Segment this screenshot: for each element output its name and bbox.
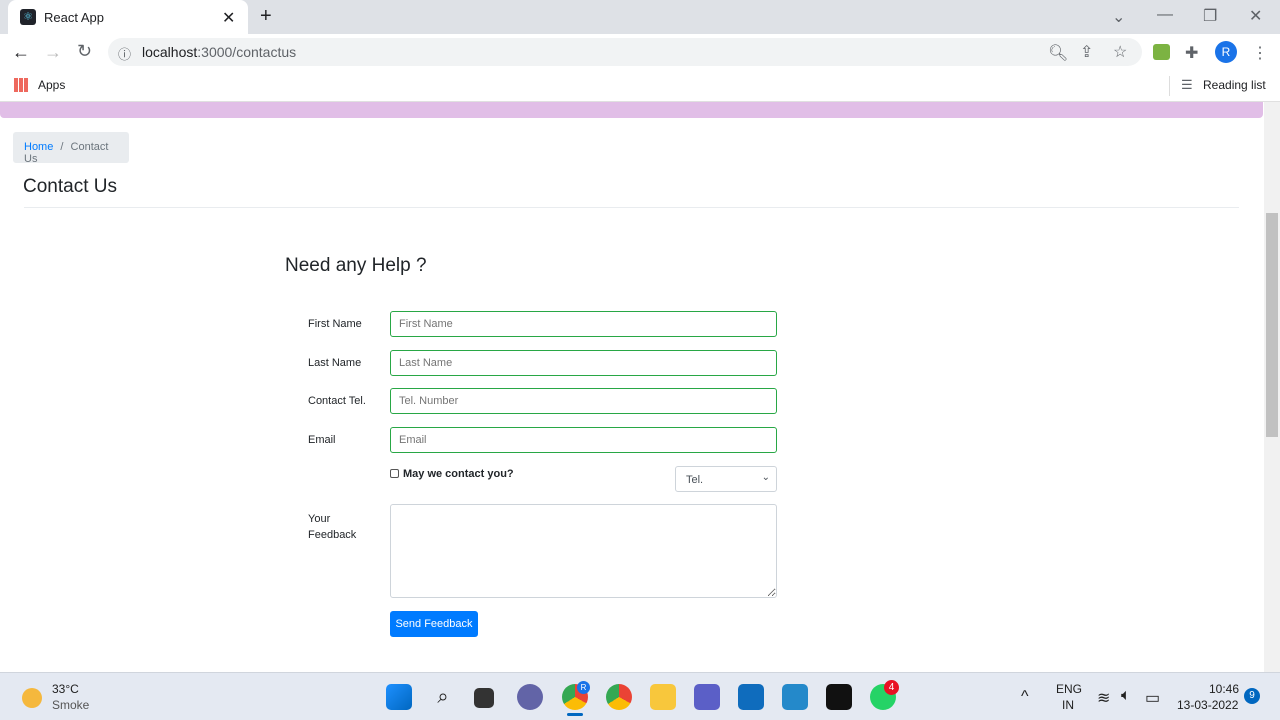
reading-list-icon: ☰ — [1181, 77, 1193, 92]
tab-search-icon[interactable]: ⌄ — [1112, 7, 1125, 27]
taskbar — [0, 672, 1280, 720]
menu-kebab-icon[interactable]: ⋮ — [1252, 43, 1268, 63]
address-bar[interactable]: ⓘ localhost:3000/contactus 🔍︎ ⇪ ☆ — [108, 38, 1142, 66]
breadcrumb: Home / Contact Us — [13, 132, 129, 165]
vscode-icon[interactable] — [782, 684, 808, 710]
close-window-icon[interactable]: ✕ — [1249, 6, 1262, 26]
wifi-icon[interactable]: ≋ — [1097, 688, 1110, 708]
tab-title: React App — [44, 10, 104, 25]
close-tab-icon[interactable]: ✕ — [222, 8, 235, 28]
clock-date[interactable]: 13-03-2022 — [1177, 698, 1238, 712]
page-title: Contact Us — [23, 176, 117, 197]
language-region[interactable]: IN — [1062, 698, 1074, 712]
restore-icon[interactable]: ❐ — [1203, 6, 1217, 26]
last-name-label: Last Name — [308, 357, 362, 369]
chat-icon[interactable] — [517, 684, 543, 710]
contact-type-value: Tel. — [686, 474, 704, 486]
breadcrumb-separator: / — [60, 141, 64, 153]
new-tab-icon[interactable]: + — [260, 5, 272, 28]
send-feedback-button[interactable]: Send Feedback — [390, 611, 478, 637]
chrome-profile2-icon[interactable] — [606, 684, 632, 710]
back-icon[interactable]: ← — [12, 42, 30, 63]
reading-list-button[interactable]: Reading list — [1203, 78, 1266, 92]
active-indicator — [567, 713, 583, 716]
terminal-icon[interactable] — [826, 684, 852, 710]
form-heading: Need any Help ? — [285, 255, 427, 276]
task-view-icon[interactable] — [474, 688, 494, 708]
info-icon: ⓘ — [118, 47, 132, 62]
clock-time[interactable]: 10:46 — [1209, 682, 1239, 696]
bookmarks-bar: Apps ☰ Reading list — [0, 70, 1280, 102]
share-icon[interactable]: ⇪ — [1080, 42, 1093, 62]
email-label: Email — [308, 434, 336, 446]
feedback-label: Your Feedback — [308, 513, 357, 541]
last-name-input[interactable] — [390, 350, 777, 376]
profile-avatar[interactable]: R — [1215, 41, 1237, 63]
file-explorer-icon[interactable] — [650, 684, 676, 710]
minimize-icon[interactable]: — — [1157, 6, 1173, 24]
start-icon[interactable] — [386, 684, 412, 710]
volume-icon[interactable]: 🔈︎ — [1121, 687, 1131, 705]
teams-icon[interactable] — [694, 684, 720, 710]
bookmark-star-icon[interactable]: ☆ — [1113, 42, 1127, 62]
breadcrumb-home[interactable]: Home — [24, 141, 53, 153]
first-name-input[interactable] — [390, 311, 777, 337]
battery-icon[interactable]: ▭ — [1145, 688, 1160, 708]
extension-icon[interactable] — [1153, 44, 1170, 60]
mail-icon[interactable] — [738, 684, 764, 710]
apps-link[interactable]: Apps — [38, 78, 65, 92]
contact-checkbox-label[interactable]: May we contact you? — [403, 468, 514, 480]
email-input[interactable] — [390, 427, 777, 453]
contact-checkbox[interactable] — [390, 469, 399, 478]
chrome-profile-badge: R — [577, 681, 590, 694]
tel-input[interactable] — [390, 388, 777, 414]
contact-type-select[interactable]: Tel. ⌄ — [675, 466, 777, 492]
apps-grid-icon — [14, 78, 28, 92]
scrollbar-thumb[interactable] — [1266, 213, 1278, 437]
weather-icon — [22, 688, 42, 708]
divider — [24, 207, 1239, 208]
extensions-puzzle-icon[interactable]: ✚ — [1185, 43, 1198, 63]
weather-desc[interactable]: Smoke — [52, 698, 89, 712]
divider — [1169, 76, 1170, 96]
weather-temp[interactable]: 33°C — [52, 682, 79, 696]
browser-tab[interactable]: ⚛ React App ✕ — [8, 0, 248, 34]
tray-chevron-up-icon[interactable]: ^ — [1021, 688, 1029, 706]
language-indicator[interactable]: ENG — [1056, 682, 1082, 696]
navbar — [0, 102, 1263, 118]
search-icon[interactable]: ⌕ — [430, 684, 456, 710]
url: localhost:3000/contactus — [142, 44, 297, 60]
reload-icon[interactable]: ↻ — [77, 41, 92, 62]
notification-badge[interactable]: 9 — [1244, 688, 1260, 704]
chevron-down-icon: ⌄ — [761, 472, 770, 483]
tel-label: Contact Tel. — [308, 395, 366, 407]
forward-icon[interactable]: → — [44, 42, 62, 63]
first-name-label: First Name — [308, 318, 362, 330]
whatsapp-badge: 4 — [884, 680, 899, 695]
feedback-textarea[interactable] — [390, 504, 777, 598]
react-logo-icon: ⚛ — [20, 9, 36, 25]
zoom-icon[interactable]: 🔍︎ — [1048, 43, 1068, 63]
